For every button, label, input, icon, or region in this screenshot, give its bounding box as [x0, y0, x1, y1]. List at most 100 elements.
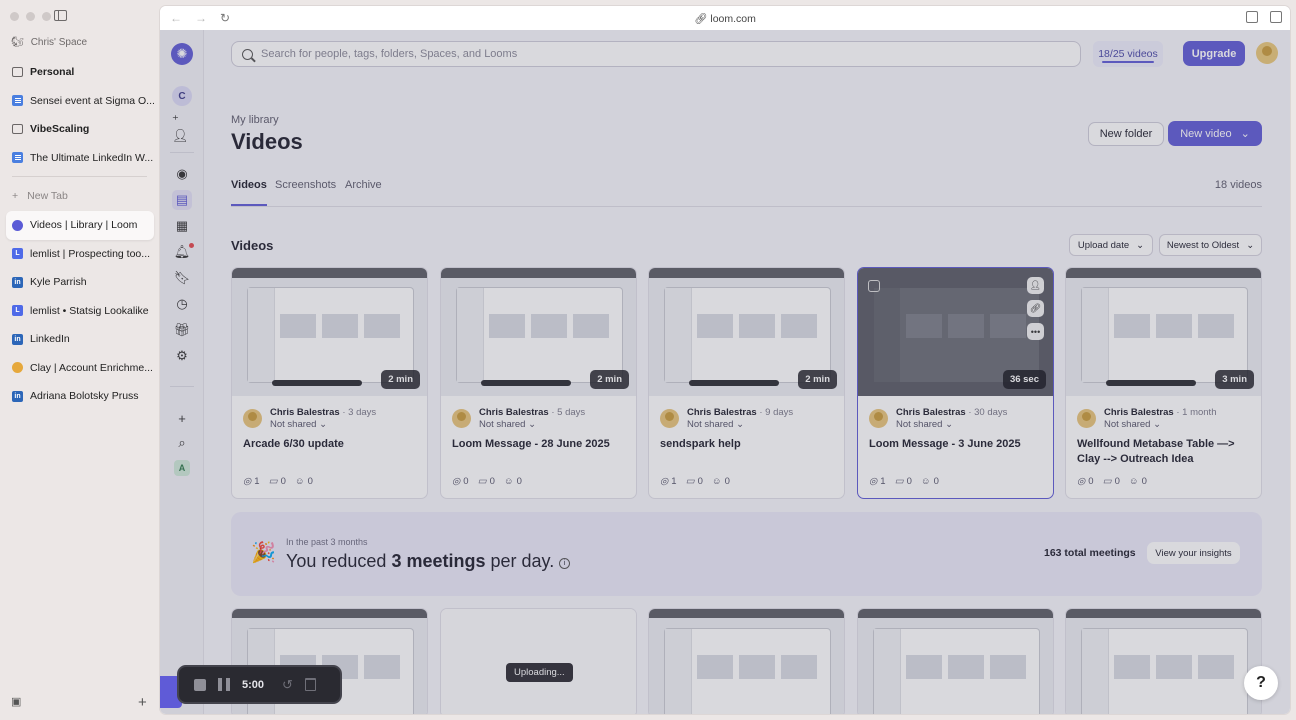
tab-kyle-parrish[interactable]: in Kyle Parrish: [6, 268, 154, 297]
video-title[interactable]: Loom Message - 3 June 2025: [869, 437, 1045, 452]
video-thumbnail[interactable]: 2 min: [649, 268, 844, 396]
workspace-avatar[interactable]: C: [172, 86, 192, 106]
tab-linkedin[interactable]: in LinkedIn: [6, 325, 154, 354]
video-card[interactable]: 2 min Chris Balestras · 9 days Not share…: [648, 267, 845, 499]
zoom-window-button[interactable]: [42, 12, 51, 21]
gift-icon[interactable]: 🎁︎: [172, 320, 192, 340]
loom-logo-icon[interactable]: ✺: [171, 43, 193, 65]
window-controls[interactable]: [10, 12, 51, 21]
comments-stat: ▭ 0: [1102, 476, 1120, 487]
duration-badge: 2 min: [798, 370, 837, 389]
space-avatar[interactable]: A: [172, 458, 192, 478]
sort-order-dropdown[interactable]: Newest to Oldest ⌄: [1159, 234, 1262, 256]
sharing-dropdown[interactable]: Not shared ⌄: [687, 419, 744, 430]
pause-recording-button[interactable]: [218, 678, 230, 691]
stop-recording-button[interactable]: [194, 678, 206, 691]
settings-icon[interactable]: ⚙: [172, 346, 192, 366]
library-icon[interactable]: ▤: [172, 190, 192, 210]
delete-recording-icon[interactable]: [304, 678, 316, 691]
restart-recording-icon[interactable]: ↺: [282, 677, 293, 693]
new-tab-button[interactable]: + New Tab: [12, 190, 68, 202]
help-button[interactable]: ?: [1244, 666, 1278, 700]
pinned-folder-personal[interactable]: Personal: [6, 58, 154, 87]
new-folder-button[interactable]: New folder: [1088, 122, 1164, 146]
profile-icon[interactable]: ◉: [172, 164, 192, 184]
close-window-button[interactable]: [10, 12, 19, 21]
video-title[interactable]: Wellfound Metabase Table —> Clay --> Out…: [1077, 437, 1253, 467]
tab-loom-library[interactable]: Videos | Library | Loom: [6, 211, 154, 240]
video-card[interactable]: 2 min Chris Balestras · 3 days Not share…: [231, 267, 428, 499]
tab-lemlist-statsig[interactable]: L lemlist • Statsig Lookalike: [6, 297, 154, 326]
tab-screenshots[interactable]: Screenshots: [275, 179, 336, 206]
bookmark-icon[interactable]: 🔖︎: [172, 268, 192, 288]
video-thumbnail[interactable]: [649, 609, 844, 714]
video-card[interactable]: [648, 608, 845, 714]
split-view-icon[interactable]: [1270, 11, 1282, 23]
open-tabs: Videos | Library | Loom L lemlist | Pros…: [6, 211, 154, 411]
invite-user-icon[interactable]: ⁺👤︎: [172, 112, 192, 143]
sidebar-divider: [12, 176, 147, 177]
insights-banner: 🎉 In the past 3 months You reduced 3 mee…: [231, 512, 1262, 596]
sharing-dropdown[interactable]: Not shared ⌄: [270, 419, 327, 430]
video-title[interactable]: sendspark help: [660, 437, 836, 452]
more-options-icon[interactable]: •••: [1027, 323, 1044, 340]
calendar-icon[interactable]: ▦: [172, 216, 192, 236]
pinned-tab-sensei-event[interactable]: Sensei event at Sigma O...: [6, 87, 154, 116]
sharing-dropdown[interactable]: Not shared ⌄: [479, 419, 536, 430]
pinned-folder-vibescaling[interactable]: VibeScaling: [6, 115, 154, 144]
tab-adriana[interactable]: in Adriana Bolotsky Pruss: [6, 382, 154, 411]
reactions-stat: ☺ 0: [920, 476, 939, 487]
smiley-icon: ☺: [294, 476, 305, 487]
video-thumbnail[interactable]: 2 min: [441, 268, 636, 396]
reader-mode-icon[interactable]: [1246, 11, 1258, 23]
video-card-uploading[interactable]: Uploading...: [440, 608, 637, 714]
view-insights-button[interactable]: View your insights: [1147, 542, 1240, 564]
video-quota-badge[interactable]: 18/25 videos: [1093, 41, 1163, 67]
chevron-down-icon: ⌄: [1240, 128, 1250, 140]
video-card[interactable]: 2 min Chris Balestras · 5 days Not share…: [440, 267, 637, 499]
notifications-icon[interactable]: 🔔︎: [172, 242, 194, 262]
info-icon[interactable]: i: [559, 558, 571, 569]
video-thumbnail[interactable]: [858, 609, 1053, 714]
pinned-tab-linkedin-guide[interactable]: The Ultimate LinkedIn W...: [6, 144, 154, 173]
video-card[interactable]: 3 min Chris Balestras · 1 month Not shar…: [1065, 267, 1262, 499]
recording-controls: 5:00 ↺: [177, 665, 342, 704]
space-label[interactable]: 🐿 Chris' Space: [11, 37, 87, 48]
add-space-icon[interactable]: +: [172, 408, 192, 428]
tab-lemlist-prospecting[interactable]: L lemlist | Prospecting too...: [6, 240, 154, 269]
tab-archive[interactable]: Archive: [345, 179, 382, 206]
history-icon[interactable]: ◷: [172, 294, 192, 314]
add-space-icon[interactable]: +: [138, 694, 147, 711]
search-spaces-icon[interactable]: ⌕: [172, 433, 192, 453]
video-card[interactable]: [857, 608, 1054, 714]
video-title[interactable]: Arcade 6/30 update: [243, 437, 419, 452]
sort-field-dropdown[interactable]: Upload date ⌄: [1069, 234, 1153, 256]
search-input[interactable]: Search for people, tags, folders, Spaces…: [231, 41, 1081, 67]
url-field[interactable]: 🔗︎ loom.com: [160, 12, 1290, 25]
sidebar-toggle-icon[interactable]: [54, 10, 67, 21]
library-tabs: Videos Screenshots Archive 18 videos: [231, 179, 1262, 207]
select-checkbox[interactable]: [868, 280, 880, 292]
video-thumbnail[interactable]: 👤︎ 🔗︎ ••• 36 sec: [858, 268, 1053, 396]
sharing-dropdown[interactable]: Not shared ⌄: [896, 419, 953, 430]
eye-icon: ◎: [1077, 476, 1086, 487]
reactions-stat: ☺ 0: [294, 476, 313, 487]
user-avatar[interactable]: [1256, 42, 1278, 64]
tab-clay[interactable]: Clay | Account Enrichme...: [6, 354, 154, 383]
sharing-dropdown[interactable]: Not shared ⌄: [1104, 419, 1161, 430]
tab-videos[interactable]: Videos: [231, 179, 267, 206]
new-video-button[interactable]: New video ⌄: [1168, 121, 1262, 146]
archive-icon[interactable]: ▣: [11, 695, 21, 708]
video-thumbnail[interactable]: 3 min: [1066, 268, 1261, 396]
upgrade-button[interactable]: Upgrade: [1183, 41, 1245, 66]
video-title[interactable]: Loom Message - 28 June 2025: [452, 437, 628, 452]
video-card[interactable]: [1065, 608, 1262, 714]
minimize-window-button[interactable]: [26, 12, 35, 21]
copy-link-icon[interactable]: 🔗︎: [1027, 300, 1044, 317]
video-thumbnail[interactable]: [1066, 609, 1261, 714]
video-thumbnail[interactable]: 2 min: [232, 268, 427, 396]
share-user-icon[interactable]: 👤︎: [1027, 277, 1044, 294]
video-card-hovered[interactable]: 👤︎ 🔗︎ ••• 36 sec Chris Balestras · 30 da…: [857, 267, 1054, 499]
breadcrumb[interactable]: My library: [231, 114, 279, 126]
comment-icon: ▭: [477, 476, 487, 487]
